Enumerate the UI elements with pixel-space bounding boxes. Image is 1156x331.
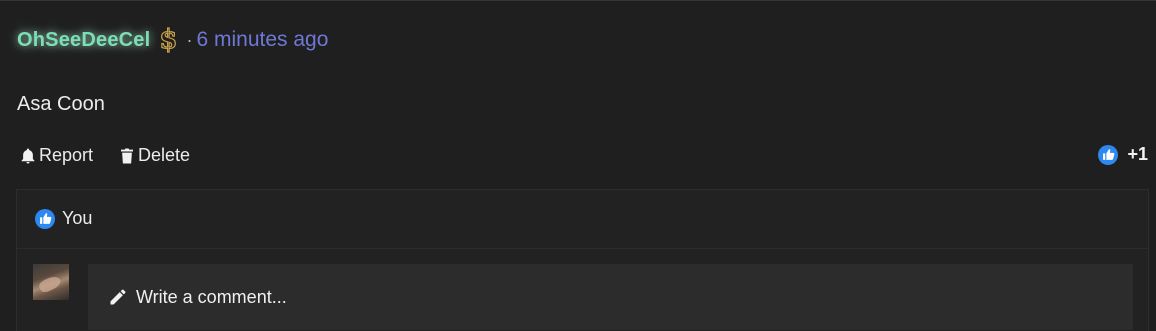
dollar-sign-icon: $ — [159, 25, 178, 55]
thumbs-up-icon — [35, 208, 55, 229]
like-button[interactable]: +1 — [1098, 144, 1148, 165]
bell-icon — [21, 148, 35, 163]
trash-icon — [121, 148, 134, 163]
report-button[interactable]: Report — [19, 145, 93, 166]
delete-button[interactable]: Delete — [118, 145, 190, 166]
comment-input[interactable]: Write a comment... — [88, 264, 1133, 330]
likers-label: You — [62, 208, 93, 228]
report-label: Report — [39, 145, 94, 165]
post-actions: Report Delete — [19, 145, 190, 166]
divider — [17, 248, 1148, 249]
comments-panel: You Write a comment... — [16, 189, 1149, 331]
avatar[interactable] — [33, 264, 69, 300]
author-name[interactable]: OhSeeDeeCel — [17, 29, 150, 52]
thumbs-up-icon — [1098, 144, 1119, 165]
post-card: OhSeeDeeCel $ · 6 minutes ago Asa Coon R… — [0, 0, 1156, 331]
delete-label: Delete — [138, 145, 191, 165]
likers-summary[interactable]: You — [35, 208, 92, 229]
post-header: OhSeeDeeCel $ · 6 minutes ago — [17, 23, 328, 57]
post-timestamp[interactable]: 6 minutes ago — [196, 28, 328, 52]
post-body: Asa Coon — [17, 93, 105, 115]
pencil-icon — [110, 289, 126, 305]
comment-placeholder: Write a comment... — [136, 286, 287, 307]
separator-dot: · — [186, 29, 193, 50]
like-count: +1 — [1127, 144, 1148, 164]
